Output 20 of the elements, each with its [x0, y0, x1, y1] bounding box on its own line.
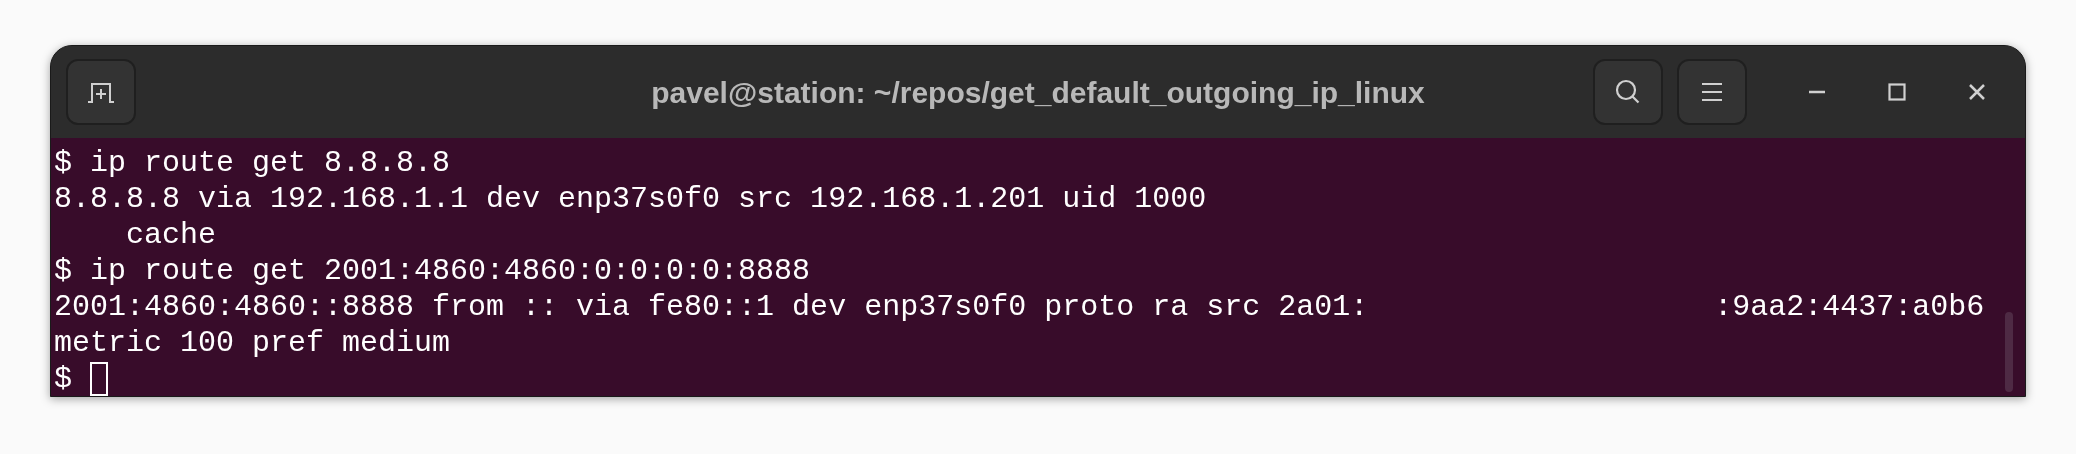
new-tab-button[interactable] [66, 59, 136, 125]
search-button[interactable] [1593, 59, 1663, 125]
maximize-icon [1888, 83, 1906, 101]
close-icon [1968, 83, 1986, 101]
terminal-line: 8.8.8.8 via 192.168.1.1 dev enp37s0f0 src 192.168.1.201 uid 1000 [54, 181, 1207, 217]
new-tab-icon [86, 80, 116, 104]
terminal-line: 2001:4860:4860::8888 from :: via fe80::1 dev enp37s0f0 proto ra src 2a01: [54, 289, 1369, 325]
cursor-icon [90, 362, 108, 396]
terminal-line: $ ip route get 8.8.8.8 [54, 145, 451, 181]
prompt: $ [54, 361, 72, 396]
minimize-icon [1808, 90, 1826, 94]
search-icon [1614, 78, 1642, 106]
menu-icon [1701, 82, 1723, 102]
terminal-line: :9aa2:4437:a0b6 [1714, 289, 1985, 325]
scrollbar[interactable] [2005, 312, 2013, 392]
terminal-line: cache [125, 217, 217, 253]
terminal-line: $ ip route get 2001:4860:4860:0:0:0:0:8888 [54, 253, 811, 289]
window-title: pavel@station: ~/repos/get_default_outgoing_ip_linux [651, 74, 1425, 111]
menu-button[interactable] [1677, 59, 1747, 125]
terminal-line: metric 100 pref medium [54, 325, 451, 361]
